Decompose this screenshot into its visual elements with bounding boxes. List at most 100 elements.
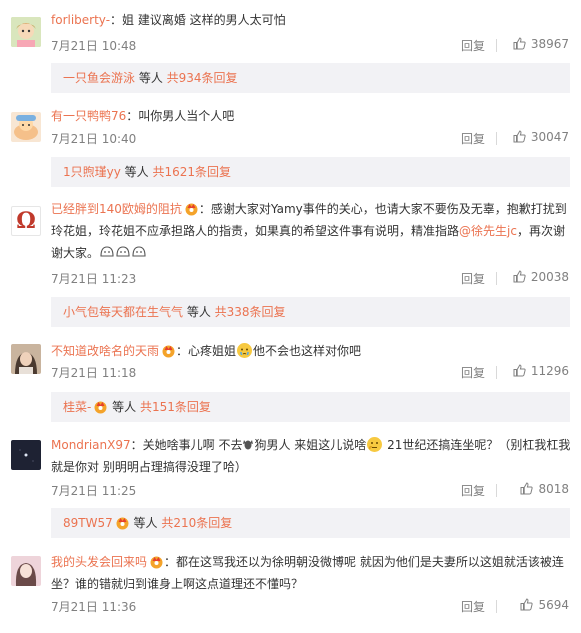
avatar[interactable]: Ω	[11, 206, 41, 236]
crown-badge-icon	[115, 511, 130, 530]
reply-button[interactable]: 回复	[461, 37, 485, 54]
divider	[496, 366, 497, 379]
thumbs-up-icon	[513, 270, 526, 286]
omega-logo: Ω	[16, 208, 36, 234]
reply-mid: 等人	[129, 516, 162, 530]
reply-button[interactable]: 回复	[461, 364, 485, 381]
crown-badge-icon	[93, 395, 108, 414]
comment-text: MondrianX97：关她啥事儿啊 不去 狗男人 来姐这儿说啥 21世纪还搞连坐…	[51, 434, 571, 478]
like-button[interactable]: 11296	[513, 364, 569, 380]
comment-meta: 7月21日 10:40 回复 30047	[51, 130, 569, 150]
thumbs-up-icon	[513, 364, 526, 380]
comment-content: 谢大家。	[51, 246, 100, 260]
reply-mid: 等人	[183, 305, 215, 319]
like-button[interactable]: 38967	[513, 37, 569, 53]
timestamp: 7月21日 11:36	[51, 600, 137, 614]
reply-mid: 等人	[108, 400, 140, 414]
reply-mid: 等人	[135, 71, 167, 85]
reply-summary[interactable]: 一只鱼会游泳 等人 共934条回复	[51, 63, 570, 93]
comment-content: 坐？谁的错就归到谁身上啊这点道理还不懂吗？	[51, 577, 304, 591]
divider	[496, 132, 497, 145]
reply-summary[interactable]: 小气包每天都在生气气 等人 共338条回复	[51, 297, 570, 327]
comment-text: 不知道改啥名的天雨 ：心疼姐姐 他不会也这样对你吧	[51, 340, 567, 362]
comment-content: 就是你对 别明明占理搞得没理了哈）	[51, 460, 247, 474]
comment-meta: 7月21日 11:36 回复 5694	[51, 598, 569, 618]
like-count: 5694	[538, 598, 569, 612]
comment-content: 关她啥事儿啊 不去	[142, 438, 243, 452]
comment-content: 都在这骂我还以为徐明朝没微博呢 就因为他们是夫妻所以这姐就活该被连	[176, 555, 564, 569]
avatar[interactable]	[11, 556, 41, 586]
username-link[interactable]: 不知道改啥名的天雨	[51, 344, 159, 358]
comment-meta: 7月21日 11:25 回复 8018	[51, 482, 569, 502]
reply-summary[interactable]: 1只煦瑾yy 等人 共1621条回复	[51, 157, 570, 187]
reply-username[interactable]: 桂菜-	[63, 400, 91, 414]
mention-link[interactable]: @徐先生jc	[459, 224, 517, 238]
like-count: 20038	[530, 270, 569, 284]
comment-content: 叫你男人当个人吧	[138, 109, 235, 123]
comment-content: 玲花姐，玲花姐不应承担路人的指责，如果真的希望这件事有说明，精准指路	[51, 224, 460, 238]
comment-text: 有一只鸭鸭76：叫你男人当个人吧	[51, 105, 567, 127]
reply-summary[interactable]: 89TW57 等人 共210条回复	[51, 508, 570, 538]
username-link[interactable]: 我的头发会回来吗	[51, 555, 147, 569]
username-link[interactable]: forliberty-	[51, 13, 110, 27]
avatar[interactable]	[11, 440, 41, 470]
thinking-emoji-icon	[367, 437, 383, 452]
dog-emoji-icon	[242, 438, 254, 452]
reply-mid: 等人	[120, 165, 153, 179]
timestamp: 7月21日 11:25	[51, 484, 137, 498]
avatar[interactable]	[11, 344, 41, 374]
reply-button[interactable]: 回复	[461, 130, 485, 147]
comment-line-2: 坐？谁的错就归到谁身上啊这点道理还不懂吗？	[51, 573, 567, 595]
reply-button[interactable]: 回复	[461, 270, 485, 287]
like-button[interactable]: 5694	[520, 598, 569, 614]
separator: ：	[164, 555, 177, 569]
like-button[interactable]: 20038	[513, 270, 569, 286]
like-count: 38967	[530, 37, 569, 51]
separator: ：	[126, 109, 139, 123]
reply-count-link[interactable]: 共934条回复	[167, 71, 238, 85]
divider	[496, 600, 497, 613]
reply-username[interactable]: 小气包每天都在生气气	[63, 305, 183, 319]
reply-count-link[interactable]: 共1621条回复	[152, 165, 231, 179]
avatar[interactable]	[11, 112, 41, 142]
comment-content: 狗男人 来姐这儿说啥	[254, 438, 367, 452]
username-link[interactable]: MondrianX97	[51, 438, 131, 452]
username-link[interactable]: 有一只鸭鸭76	[51, 109, 126, 123]
reply-button[interactable]: 回复	[461, 482, 485, 499]
reply-username[interactable]: 1只煦瑾yy	[63, 165, 121, 179]
comment-meta: 7月21日 10:48 回复 38967	[51, 37, 569, 57]
reply-username[interactable]: 一只鱼会游泳	[63, 71, 135, 85]
comment-text: forliberty-：姐 建议离婚 这样的男人太可怕	[51, 9, 567, 31]
avatar[interactable]	[11, 17, 41, 47]
comment-content: 他不会也这样对你吧	[253, 344, 362, 358]
comment-meta: 7月21日 11:18 回复 11296	[51, 364, 569, 384]
comment-content: 姐 建议离婚 这样的男人太可怕	[122, 13, 286, 27]
separator: ：	[130, 438, 143, 452]
reply-count-link[interactable]: 共338条回复	[215, 305, 286, 319]
thumbs-up-icon	[513, 130, 526, 146]
comment-line-1: 已经胖到140欧姆的阻抗 ：感谢大家对Yamy事件的关心，也请大家不要伤及无辜，抱…	[51, 198, 567, 220]
reply-count-link[interactable]: 共210条回复	[161, 516, 232, 530]
timestamp: 7月21日 10:40	[51, 132, 137, 146]
reply-username[interactable]: 89TW57	[63, 516, 113, 530]
like-button[interactable]: 8018	[520, 482, 569, 498]
comment-content: 心疼姐姐	[188, 344, 237, 358]
reply-count-link[interactable]: 共151条回复	[140, 400, 211, 414]
like-button[interactable]: 30047	[513, 130, 569, 146]
separator: ：	[110, 13, 123, 27]
comment-content: 感谢大家对Yamy事件的关心，也请大家不要伤及无辜，抱歉打扰到	[210, 202, 567, 216]
timestamp: 7月21日 10:48	[51, 39, 137, 53]
comment-line-2: 就是你对 别明明占理搞得没理了哈）	[51, 456, 567, 478]
reply-button[interactable]: 回复	[461, 598, 485, 615]
like-count: 30047	[530, 130, 569, 144]
thumbs-up-icon	[520, 482, 534, 498]
comment-text: 我的头发会回来吗 ：都在这骂我还以为徐明朝没微博呢 就因为他们是夫妻所以这姐就活该…	[51, 551, 567, 595]
reply-summary[interactable]: 桂菜- 等人 共151条回复	[51, 392, 570, 422]
like-count: 11296	[530, 364, 569, 378]
username-link[interactable]: 已经胖到140欧姆的阻抗	[51, 202, 182, 216]
timestamp: 7月21日 11:23	[51, 272, 137, 286]
thumbs-up-icon	[520, 598, 534, 614]
comment-line-1: MondrianX97：关她啥事儿啊 不去 狗男人 来姐这儿说啥 21世纪还搞连坐…	[51, 434, 571, 456]
timestamp: 7月21日 11:18	[51, 366, 137, 380]
comment-content: 21世纪还搞连坐呢？（别杠我杠我	[383, 438, 571, 452]
